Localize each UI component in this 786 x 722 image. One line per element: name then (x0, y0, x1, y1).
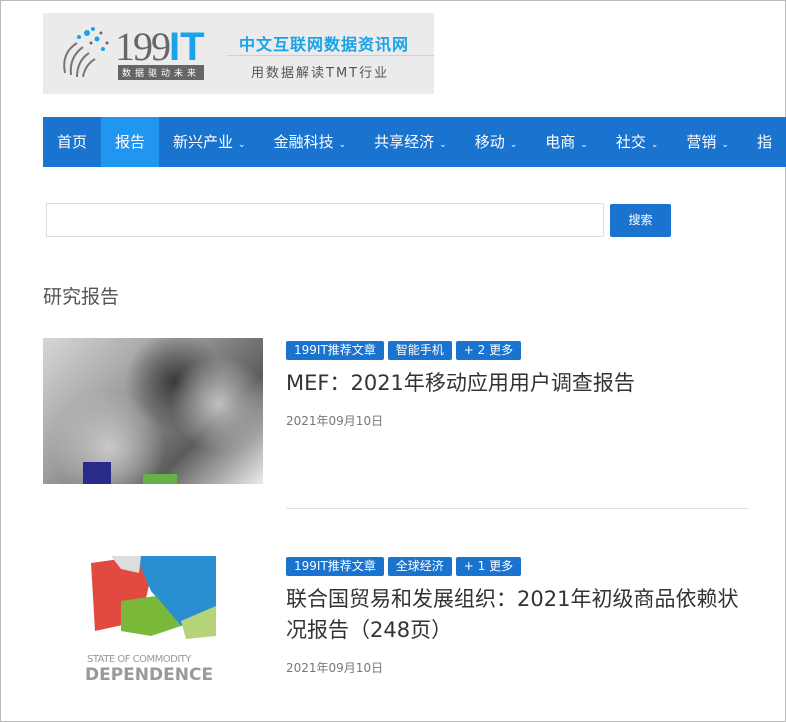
logo-number: 199IT (115, 24, 205, 69)
chevron-down-icon: ⌄ (721, 140, 729, 150)
nav-item-label: 金融科技 (273, 133, 334, 151)
logo-tagline-sub: 用数据解读TMT行业 (251, 66, 390, 81)
nav-item-label: 指 (756, 133, 772, 151)
nav-item[interactable]: 共享经济 ⌄ (360, 117, 461, 167)
nav-item[interactable]: 社交 ⌄ (602, 117, 673, 167)
chevron-down-icon: ⌄ (580, 140, 588, 150)
chevron-down-icon: ⌄ (439, 140, 447, 150)
article-title[interactable]: MEF：2021年移动应用用户调查报告 (286, 368, 746, 399)
nav-item-label: 首页 (57, 133, 88, 151)
chevron-down-icon: ⌄ (650, 140, 659, 150)
article-date: 2021年09月10日 (286, 661, 384, 675)
logo-tagline-main: 中文互联网数据资讯网 (239, 35, 410, 54)
article-title[interactable]: 联合国贸易和发展组织：2021年初级商品依赖状况报告（248页） (286, 584, 746, 646)
article-divider (286, 508, 749, 509)
nav-item-label: 电商 (545, 133, 576, 151)
nav-item-label: 共享经济 (374, 133, 435, 151)
chevron-down-icon: ⌄ (338, 140, 347, 150)
main-nav: 首页 报告 新兴产业 ⌄ 金融科技 ⌄ 共享经济 ⌄ 移动 ⌄ 电商 ⌄ 社交 ⌄ 营销 ⌄ 指 (43, 117, 786, 167)
nav-item[interactable]: 新兴产业 ⌄ (159, 117, 260, 167)
nav-item[interactable]: 移动 ⌄ (461, 117, 532, 167)
article-tags: 199IT推荐文章 智能手机 + 2 更多 (286, 341, 522, 360)
article-thumbnail[interactable]: STATE OF COMMODITY DEPENDENCE (81, 551, 221, 697)
nav-item[interactable]: 电商 ⌄ (531, 117, 602, 167)
article-tags: 199IT推荐文章 全球经济 + 1 更多 (286, 557, 522, 576)
more-tags-link[interactable]: + 1 更多 (455, 557, 522, 576)
nav-item[interactable]: 金融科技 ⌄ (260, 117, 361, 167)
tag-link[interactable]: 199IT推荐文章 (286, 557, 384, 576)
chevron-down-icon: ⌄ (238, 140, 246, 150)
logo-divider (227, 55, 434, 56)
logo-slogan: 数据驱动未来 (118, 65, 205, 80)
nav-item-label: 营销 (686, 133, 717, 151)
nav-item-label: 报告 (115, 133, 146, 151)
article-thumbnail[interactable] (43, 338, 263, 484)
logo-mark-icon (63, 27, 109, 78)
chevron-down-icon: ⌄ (509, 140, 518, 150)
nav-item[interactable]: 指 (743, 117, 786, 167)
tag-link[interactable]: 199IT推荐文章 (286, 341, 384, 360)
nav-item[interactable]: 首页 (43, 117, 101, 167)
search-button[interactable]: 搜索 (610, 204, 671, 237)
tag-link[interactable]: 全球经济 (387, 557, 452, 576)
article-date: 2021年09月10日 (286, 414, 384, 428)
nav-item-label: 移动 (474, 133, 505, 151)
tag-link[interactable]: 智能手机 (387, 341, 452, 360)
more-tags-link[interactable]: + 2 更多 (455, 341, 522, 360)
nav-item[interactable]: 报告 (101, 117, 160, 167)
nav-item[interactable]: 营销 ⌄ (672, 117, 743, 167)
image-caption: STATE OF COMMODITY (87, 654, 192, 665)
section-heading: 研究报告 (43, 286, 120, 308)
nav-item-label: 新兴产业 (173, 133, 234, 151)
nav-item-label: 社交 (615, 133, 646, 151)
site-logo[interactable]: 199IT 数据驱动未来 中文互联网数据资讯网 用数据解读TMT行业 (43, 13, 434, 94)
search-input[interactable] (46, 203, 604, 237)
commodity-cube-image (91, 556, 216, 639)
